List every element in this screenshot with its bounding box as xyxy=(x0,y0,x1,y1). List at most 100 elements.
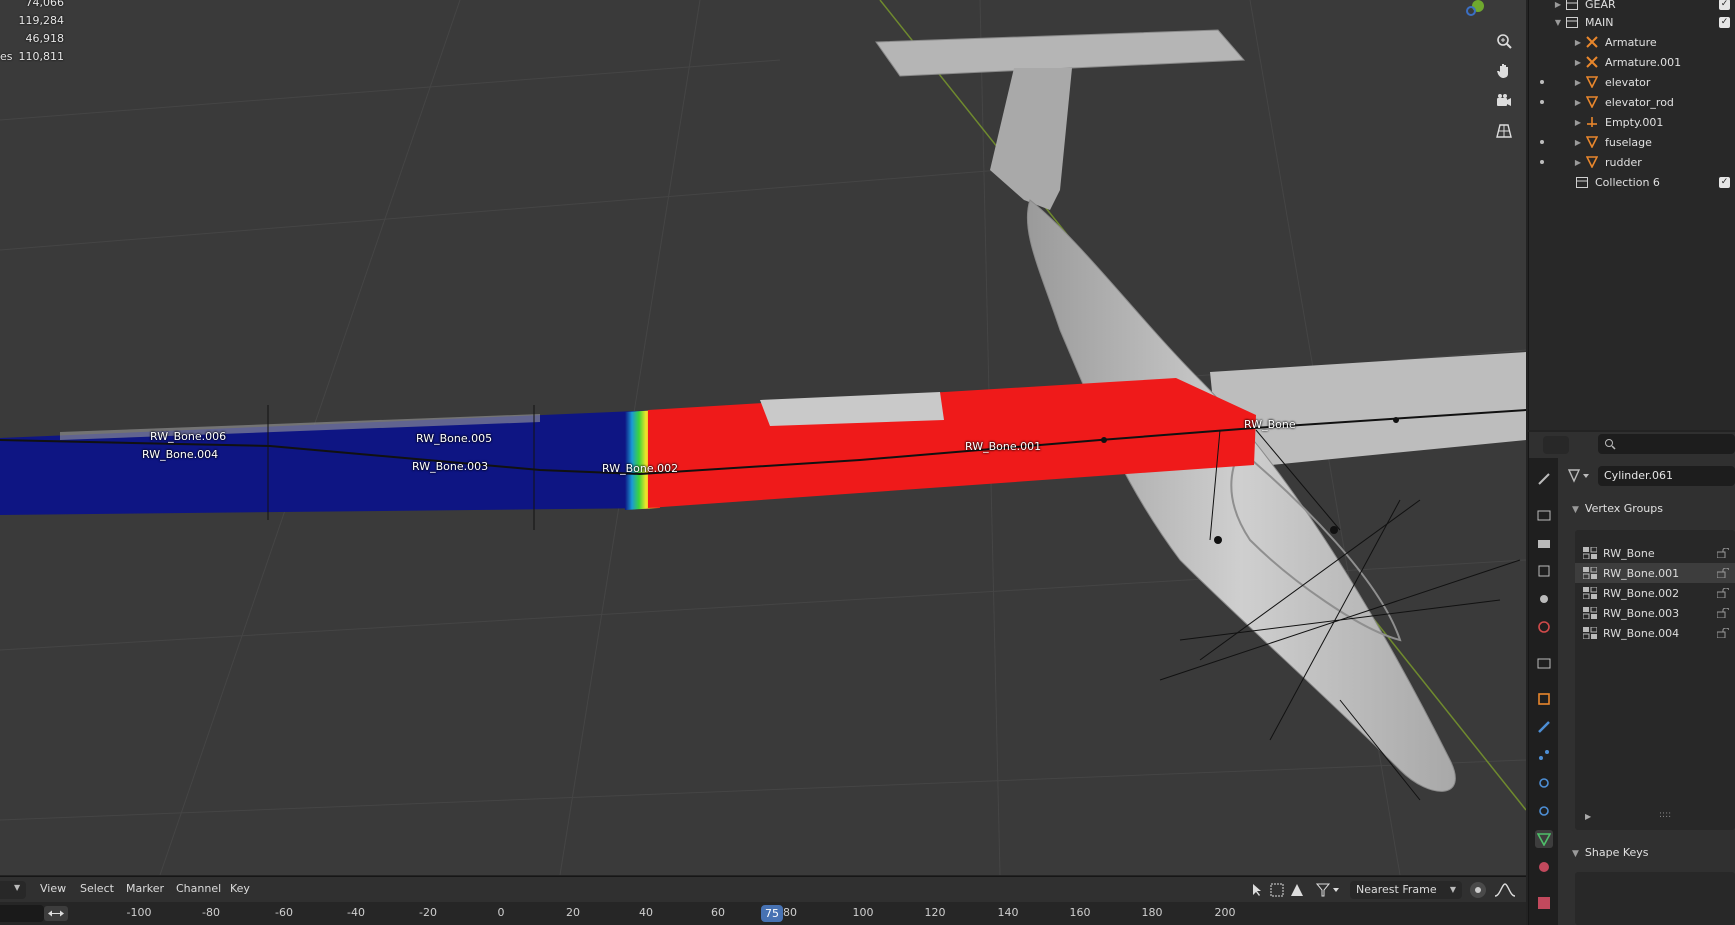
mesh-icon xyxy=(1583,95,1601,109)
expand-arrow-icon[interactable]: ▶ xyxy=(1573,138,1583,147)
collapse-arrow-icon: ▼ xyxy=(1572,849,1579,859)
data-tab-icon[interactable] xyxy=(1535,830,1553,848)
outliner-row-armature-001[interactable]: ▶ Armature.001 xyxy=(1529,52,1735,72)
lock-icon[interactable] xyxy=(1717,628,1729,638)
blender-window: 74,066 119,284 46,918 es 110,811 RW_Bone.… xyxy=(0,0,1735,925)
ruler-tick: 80 xyxy=(783,906,797,919)
filter-icon[interactable] xyxy=(1316,883,1340,897)
outliner-row-rudder[interactable]: ▶ rudder xyxy=(1529,152,1735,172)
armature-icon xyxy=(1583,35,1601,49)
horizontal-resize-icon[interactable] xyxy=(44,906,68,921)
expand-arrow-icon[interactable]: ▶ xyxy=(1573,58,1583,67)
interpolation-dropdown[interactable]: Nearest Frame ▼ xyxy=(1350,881,1462,899)
vertex-group-item[interactable]: RW_Bone.002 xyxy=(1575,583,1735,603)
lock-icon[interactable] xyxy=(1717,548,1729,558)
exclude-checkbox[interactable]: ✓ xyxy=(1719,176,1730,188)
constraints-tab-icon[interactable] xyxy=(1535,802,1553,820)
properties-tabs xyxy=(1528,458,1558,925)
expand-arrow-icon[interactable]: ▶ xyxy=(1553,0,1563,9)
menu-channel[interactable]: Channel xyxy=(176,882,221,895)
mesh-icon xyxy=(1583,135,1601,149)
3d-viewport[interactable]: 74,066 119,284 46,918 es 110,811 RW_Bone.… xyxy=(0,0,1526,875)
vertex-group-icon xyxy=(1583,607,1597,619)
collection-tab-icon[interactable] xyxy=(1535,654,1553,672)
shape-keys-panel-header[interactable]: ▼ Shape Keys xyxy=(1572,846,1649,859)
outliner-row-main[interactable]: ▼ MAIN ✓ xyxy=(1529,12,1735,32)
frame-range-field[interactable] xyxy=(0,905,44,922)
bone-label: RW_Bone.006 xyxy=(150,430,227,443)
mesh-data-icon xyxy=(1568,469,1589,483)
vertex-groups-panel-header[interactable]: ▼ Vertex Groups xyxy=(1572,502,1663,515)
outliner[interactable]: ▶ GEAR ✓ ▼ MAIN ✓ ▶ Armature ▶ Armature.… xyxy=(1528,0,1735,430)
render-tab-icon[interactable] xyxy=(1535,506,1553,524)
texture-tab-icon[interactable] xyxy=(1535,894,1553,912)
zoom-icon[interactable] xyxy=(1490,28,1518,54)
list-resize-handle[interactable]: :::: xyxy=(1659,810,1671,820)
editor-type-button[interactable]: ▼ xyxy=(0,881,26,899)
outliner-row-armature[interactable]: ▶ Armature xyxy=(1529,32,1735,52)
outliner-row-empty-001[interactable]: ▶ Empty.001 xyxy=(1529,112,1735,132)
lock-icon[interactable] xyxy=(1717,608,1729,618)
ruler-tick: 40 xyxy=(639,906,653,919)
expand-arrow-icon[interactable]: ▶ xyxy=(1573,158,1583,167)
select-cursor-icon[interactable] xyxy=(1250,883,1264,897)
menu-key[interactable]: Key xyxy=(230,882,250,895)
vertex-group-item[interactable]: RW_Bone.003 xyxy=(1575,603,1735,623)
physics-tab-icon[interactable] xyxy=(1535,774,1553,792)
stat-row: es 110,811 xyxy=(0,50,64,63)
particles-tab-icon[interactable] xyxy=(1535,746,1553,764)
outliner-row-collection-6[interactable]: Collection 6 ✓ xyxy=(1529,172,1735,192)
axis-gizmo-z-icon[interactable] xyxy=(1466,6,1476,16)
collapse-arrow-icon: ▼ xyxy=(1572,505,1579,515)
ruler-tick: 140 xyxy=(997,906,1019,919)
pan-hand-icon[interactable] xyxy=(1490,58,1518,84)
grid-perspective-icon[interactable] xyxy=(1490,118,1518,144)
material-tab-icon[interactable] xyxy=(1535,858,1553,876)
outliner-row-fuselage[interactable]: ▶ fuselage xyxy=(1529,132,1735,152)
camera-icon[interactable] xyxy=(1490,88,1518,114)
bone-label: RW_Bone.003 xyxy=(412,460,489,473)
expand-arrow-icon[interactable]: ▶ xyxy=(1573,98,1583,107)
menu-view[interactable]: View xyxy=(40,882,66,895)
object-tab-icon[interactable] xyxy=(1535,690,1553,708)
box-select-icon[interactable] xyxy=(1270,883,1284,897)
bone-label: RW_Bone.004 xyxy=(142,448,219,461)
timeline-ruler[interactable]: -100 -80 -60 -40 -20 0 20 40 60 80 100 1… xyxy=(0,902,1526,925)
expand-arrow-icon[interactable]: ▶ xyxy=(1573,38,1583,47)
properties-search-input[interactable] xyxy=(1598,434,1735,454)
collapse-arrow-icon[interactable]: ▼ xyxy=(1553,18,1563,27)
outliner-row-elevator-rod[interactable]: ▶ elevator_rod xyxy=(1529,92,1735,112)
expand-arrow-icon[interactable]: ▶ xyxy=(1573,78,1583,87)
search-icon xyxy=(1605,439,1616,450)
scene-statistics: 74,066 119,284 46,918 es 110,811 xyxy=(0,0,64,66)
modifier-tab-icon[interactable] xyxy=(1535,718,1553,736)
scene-tab-icon[interactable] xyxy=(1535,590,1553,608)
mesh-name-field[interactable]: Cylinder.061 xyxy=(1598,466,1735,486)
vertex-groups-list[interactable]: RW_Bone RW_Bone.001 RW_Bone.002 RW_Bone.… xyxy=(1575,530,1735,830)
view-layer-tab-icon[interactable] xyxy=(1535,562,1553,580)
vertex-group-item[interactable]: RW_Bone.004 xyxy=(1575,623,1735,643)
editor-type-button[interactable] xyxy=(1543,436,1569,454)
stat-row: 46,918 xyxy=(25,32,65,45)
lock-icon[interactable] xyxy=(1717,588,1729,598)
proportional-edit-toggle[interactable] xyxy=(1470,882,1486,898)
stat-row: 74,066 xyxy=(25,0,65,9)
vertex-group-item[interactable]: RW_Bone.001 xyxy=(1575,563,1735,583)
stat-row: 119,284 xyxy=(18,14,65,27)
warning-icon[interactable] xyxy=(1290,883,1304,897)
exclude-checkbox[interactable]: ✓ xyxy=(1719,16,1730,28)
lock-icon[interactable] xyxy=(1717,568,1729,578)
menu-select[interactable]: Select xyxy=(80,882,114,895)
tool-tab-icon[interactable] xyxy=(1535,470,1553,488)
expand-list-arrow-icon[interactable]: ▶ xyxy=(1585,812,1591,821)
shape-keys-list[interactable] xyxy=(1575,872,1735,925)
expand-arrow-icon[interactable]: ▶ xyxy=(1573,118,1583,127)
current-frame-indicator[interactable]: 75 xyxy=(761,905,783,922)
outliner-row-elevator[interactable]: ▶ elevator xyxy=(1529,72,1735,92)
menu-marker[interactable]: Marker xyxy=(126,882,164,895)
falloff-curve-icon[interactable] xyxy=(1494,882,1516,898)
output-tab-icon[interactable] xyxy=(1535,534,1553,552)
world-tab-icon[interactable] xyxy=(1535,618,1553,636)
exclude-checkbox[interactable]: ✓ xyxy=(1719,0,1730,10)
vertex-group-item[interactable]: RW_Bone xyxy=(1575,543,1735,563)
